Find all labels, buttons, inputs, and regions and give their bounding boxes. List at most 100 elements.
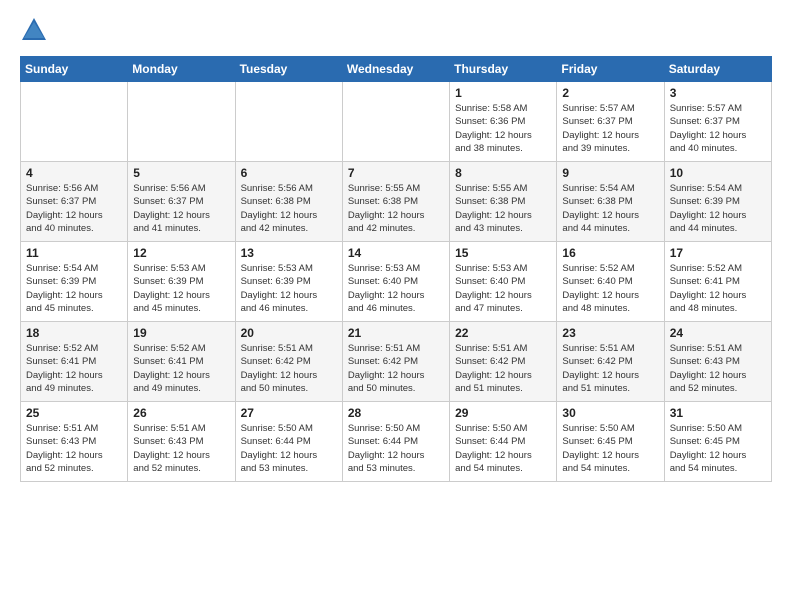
weekday-header: Sunday [21,57,128,82]
calendar-cell: 18 Sunrise: 5:52 AM Sunset: 6:41 PM Dayli… [21,322,128,402]
calendar-cell: 17Sunrise: 5:52 AM Sunset: 6:41 PM Dayli… [664,242,771,322]
calendar-cell: 7 Sunrise: 5:55 AM Sunset: 6:38 PM Daylig… [342,162,449,242]
calendar-cell [342,82,449,162]
calendar-cell: 15 Sunrise: 5:53 AM Sunset: 6:40 PM Dayli… [450,242,557,322]
day-info: Sunrise: 5:54 AM Sunset: 6:38 PM Dayligh… [562,182,658,235]
calendar-cell: 1 Sunrise: 5:58 AM Sunset: 6:36 PM Daylig… [450,82,557,162]
day-number: 18 [26,326,122,340]
day-info: Sunrise: 5:53 AM Sunset: 6:39 PM Dayligh… [133,262,229,315]
day-number: 28 [348,406,444,420]
day-info: Sunrise: 5:56 AM Sunset: 6:38 PM Dayligh… [241,182,337,235]
calendar-table: SundayMondayTuesdayWednesdayThursdayFrid… [20,56,772,482]
calendar-cell: 13 Sunrise: 5:53 AM Sunset: 6:39 PM Dayli… [235,242,342,322]
calendar-cell: 6Sunrise: 5:56 AM Sunset: 6:38 PM Daylig… [235,162,342,242]
calendar-cell: 22 Sunrise: 5:51 AM Sunset: 6:42 PM Dayli… [450,322,557,402]
day-number: 10 [670,166,766,180]
day-info: Sunrise: 5:58 AM Sunset: 6:36 PM Dayligh… [455,102,551,155]
day-number: 21 [348,326,444,340]
calendar-cell: 24 Sunrise: 5:51 AM Sunset: 6:43 PM Dayli… [664,322,771,402]
weekday-header: Thursday [450,57,557,82]
day-info: Sunrise: 5:57 AM Sunset: 6:37 PM Dayligh… [670,102,766,155]
day-info: Sunrise: 5:50 AM Sunset: 6:44 PM Dayligh… [348,422,444,475]
day-info: Sunrise: 5:50 AM Sunset: 6:44 PM Dayligh… [455,422,551,475]
calendar-cell: 30 Sunrise: 5:50 AM Sunset: 6:45 PM Dayli… [557,402,664,482]
day-info: Sunrise: 5:51 AM Sunset: 6:42 PM Dayligh… [348,342,444,395]
calendar-cell: 28 Sunrise: 5:50 AM Sunset: 6:44 PM Dayli… [342,402,449,482]
weekday-header: Friday [557,57,664,82]
weekday-header: Wednesday [342,57,449,82]
calendar-week-row: 1 Sunrise: 5:58 AM Sunset: 6:36 PM Daylig… [21,82,772,162]
day-info: Sunrise: 5:54 AM Sunset: 6:39 PM Dayligh… [670,182,766,235]
calendar-cell: 27Sunrise: 5:50 AM Sunset: 6:44 PM Dayli… [235,402,342,482]
day-number: 31 [670,406,766,420]
calendar-cell: 5 Sunrise: 5:56 AM Sunset: 6:37 PM Daylig… [128,162,235,242]
calendar-cell: 14 Sunrise: 5:53 AM Sunset: 6:40 PM Dayli… [342,242,449,322]
day-info: Sunrise: 5:51 AM Sunset: 6:42 PM Dayligh… [562,342,658,395]
calendar-week-row: 4Sunrise: 5:56 AM Sunset: 6:37 PM Daylig… [21,162,772,242]
calendar-cell: 23 Sunrise: 5:51 AM Sunset: 6:42 PM Dayli… [557,322,664,402]
day-info: Sunrise: 5:57 AM Sunset: 6:37 PM Dayligh… [562,102,658,155]
logo-icon [20,16,48,44]
day-number: 20 [241,326,337,340]
day-number: 3 [670,86,766,100]
weekday-header: Monday [128,57,235,82]
calendar-cell: 12Sunrise: 5:53 AM Sunset: 6:39 PM Dayli… [128,242,235,322]
day-info: Sunrise: 5:53 AM Sunset: 6:40 PM Dayligh… [348,262,444,315]
day-info: Sunrise: 5:53 AM Sunset: 6:39 PM Dayligh… [241,262,337,315]
calendar-cell: 10 Sunrise: 5:54 AM Sunset: 6:39 PM Dayli… [664,162,771,242]
day-info: Sunrise: 5:55 AM Sunset: 6:38 PM Dayligh… [455,182,551,235]
calendar-cell: 31Sunrise: 5:50 AM Sunset: 6:45 PM Dayli… [664,402,771,482]
day-info: Sunrise: 5:51 AM Sunset: 6:43 PM Dayligh… [26,422,122,475]
day-info: Sunrise: 5:51 AM Sunset: 6:42 PM Dayligh… [241,342,337,395]
day-number: 26 [133,406,229,420]
day-info: Sunrise: 5:50 AM Sunset: 6:44 PM Dayligh… [241,422,337,475]
calendar-cell: 4Sunrise: 5:56 AM Sunset: 6:37 PM Daylig… [21,162,128,242]
day-info: Sunrise: 5:55 AM Sunset: 6:38 PM Dayligh… [348,182,444,235]
calendar-cell: 21 Sunrise: 5:51 AM Sunset: 6:42 PM Dayli… [342,322,449,402]
day-number: 14 [348,246,444,260]
day-number: 8 [455,166,551,180]
day-number: 22 [455,326,551,340]
day-info: Sunrise: 5:54 AM Sunset: 6:39 PM Dayligh… [26,262,122,315]
calendar-cell: 26Sunrise: 5:51 AM Sunset: 6:43 PM Dayli… [128,402,235,482]
calendar-week-row: 11 Sunrise: 5:54 AM Sunset: 6:39 PM Dayli… [21,242,772,322]
day-info: Sunrise: 5:51 AM Sunset: 6:43 PM Dayligh… [670,342,766,395]
calendar-cell: 9Sunrise: 5:54 AM Sunset: 6:38 PM Daylig… [557,162,664,242]
calendar-cell: 8 Sunrise: 5:55 AM Sunset: 6:38 PM Daylig… [450,162,557,242]
calendar-cell: 29 Sunrise: 5:50 AM Sunset: 6:44 PM Dayli… [450,402,557,482]
day-info: Sunrise: 5:56 AM Sunset: 6:37 PM Dayligh… [133,182,229,235]
weekday-header: Saturday [664,57,771,82]
day-number: 29 [455,406,551,420]
day-number: 7 [348,166,444,180]
page: SundayMondayTuesdayWednesdayThursdayFrid… [0,0,792,498]
day-number: 24 [670,326,766,340]
day-number: 5 [133,166,229,180]
weekday-header: Tuesday [235,57,342,82]
day-number: 2 [562,86,658,100]
calendar-week-row: 25 Sunrise: 5:51 AM Sunset: 6:43 PM Dayli… [21,402,772,482]
day-number: 23 [562,326,658,340]
calendar-cell: 16Sunrise: 5:52 AM Sunset: 6:40 PM Dayli… [557,242,664,322]
calendar-cell: 2 Sunrise: 5:57 AM Sunset: 6:37 PM Daylig… [557,82,664,162]
day-info: Sunrise: 5:52 AM Sunset: 6:41 PM Dayligh… [670,262,766,315]
day-number: 1 [455,86,551,100]
day-number: 19 [133,326,229,340]
day-info: Sunrise: 5:51 AM Sunset: 6:42 PM Dayligh… [455,342,551,395]
day-info: Sunrise: 5:52 AM Sunset: 6:41 PM Dayligh… [26,342,122,395]
day-number: 13 [241,246,337,260]
day-info: Sunrise: 5:56 AM Sunset: 6:37 PM Dayligh… [26,182,122,235]
day-info: Sunrise: 5:50 AM Sunset: 6:45 PM Dayligh… [562,422,658,475]
day-number: 11 [26,246,122,260]
calendar-cell [21,82,128,162]
day-number: 15 [455,246,551,260]
logo [20,16,52,44]
calendar-cell [128,82,235,162]
day-number: 30 [562,406,658,420]
day-number: 25 [26,406,122,420]
calendar-cell: 19Sunrise: 5:52 AM Sunset: 6:41 PM Dayli… [128,322,235,402]
calendar-cell: 11 Sunrise: 5:54 AM Sunset: 6:39 PM Dayli… [21,242,128,322]
header [20,16,772,44]
day-info: Sunrise: 5:53 AM Sunset: 6:40 PM Dayligh… [455,262,551,315]
calendar-cell: 3 Sunrise: 5:57 AM Sunset: 6:37 PM Daylig… [664,82,771,162]
calendar-cell: 25 Sunrise: 5:51 AM Sunset: 6:43 PM Dayli… [21,402,128,482]
